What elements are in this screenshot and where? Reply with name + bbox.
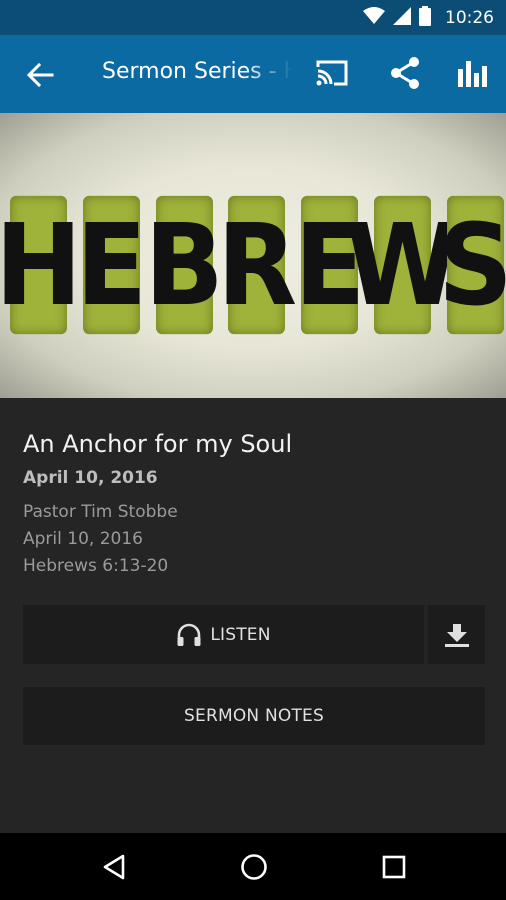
download-button[interactable]	[428, 605, 485, 664]
sermon-notes-button[interactable]: SERMON NOTES	[23, 687, 485, 745]
triangle-back-icon	[103, 854, 125, 880]
letter-tile: S	[438, 195, 506, 335]
sermon-notes-label: SERMON NOTES	[184, 706, 324, 726]
cast-icon	[316, 60, 348, 86]
bar-chart-icon	[458, 61, 487, 87]
clock: 10:26	[445, 7, 494, 28]
letter-tile: E	[76, 195, 147, 335]
circle-home-icon	[241, 854, 267, 880]
letter-tile: R	[217, 195, 297, 335]
letter-tile: B	[145, 195, 224, 335]
app-bar: Sermon Series - Hebrews	[0, 35, 506, 113]
nav-recents-button[interactable]	[377, 850, 411, 884]
battery-icon	[419, 5, 431, 30]
nav-back-button[interactable]	[97, 850, 131, 884]
back-button[interactable]	[26, 61, 54, 89]
headphones-icon	[177, 623, 201, 646]
system-nav-bar	[0, 833, 506, 900]
cast-button[interactable]	[314, 55, 350, 91]
sermon-title: An Anchor for my Soul	[23, 430, 293, 458]
letter-tile: W	[345, 195, 460, 335]
scripture-reference: Hebrews 6:13-20	[23, 556, 169, 576]
page-title: Sermon Series - Hebrews	[102, 59, 292, 84]
arrow-back-icon	[26, 62, 54, 88]
square-recents-icon	[382, 855, 406, 879]
meta-date: April 10, 2016	[23, 529, 143, 549]
series-artwork: H E B R E W S	[0, 113, 506, 398]
speaker: Pastor Tim Stobbe	[23, 502, 178, 522]
share-button[interactable]	[387, 55, 423, 91]
listen-label: LISTEN	[210, 624, 271, 645]
stats-button[interactable]	[455, 55, 491, 91]
nav-home-button[interactable]	[237, 850, 271, 884]
letter-tile: H	[0, 195, 82, 335]
hebrews-title-art: H E B R E W S	[0, 195, 506, 335]
wifi-icon	[363, 6, 385, 29]
share-icon	[391, 57, 419, 89]
sermon-date: April 10, 2016	[23, 468, 158, 488]
listen-button[interactable]: LISTEN	[23, 605, 424, 664]
download-icon	[444, 623, 469, 647]
status-bar: 10:26	[0, 0, 506, 35]
signal-icon	[393, 6, 411, 29]
